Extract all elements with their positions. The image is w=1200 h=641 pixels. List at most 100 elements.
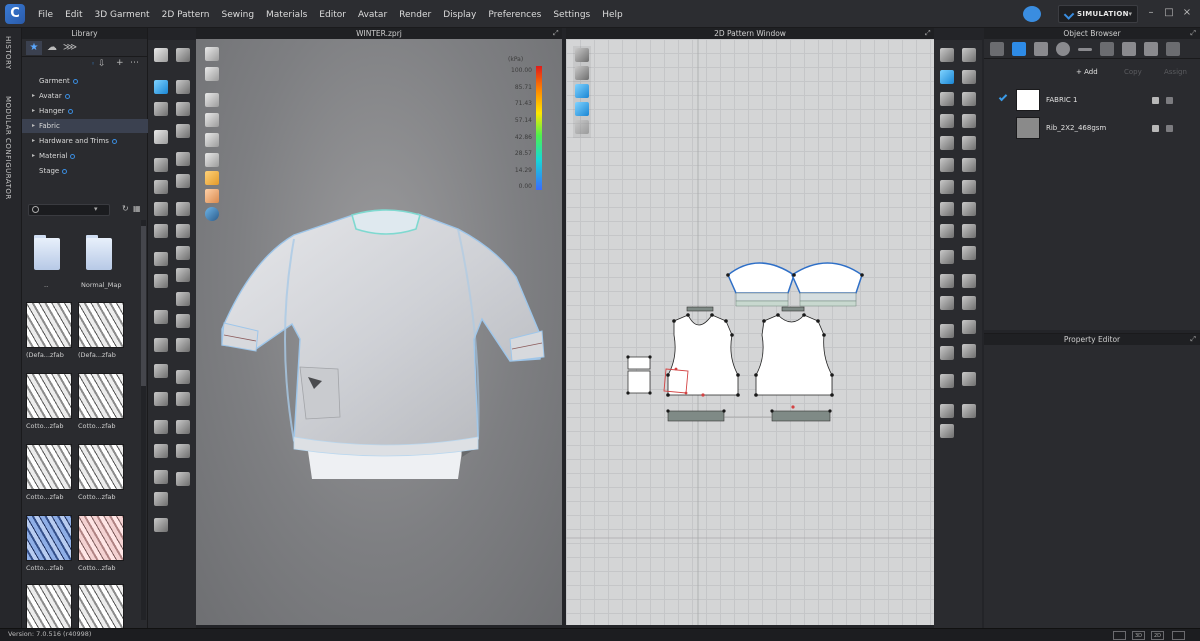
library-fabric-thumbnail[interactable]: Cotto...zfab	[78, 515, 124, 572]
minimize-button[interactable]: –	[1146, 8, 1156, 18]
segment-sewing-icon[interactable]	[940, 180, 954, 194]
puckering-tool-icon[interactable]	[176, 224, 190, 238]
menu-sewing[interactable]: Sewing	[216, 0, 261, 28]
simulation-button[interactable]: SIMULATION ▾	[1058, 5, 1138, 23]
angle-tool-icon[interactable]	[154, 470, 168, 484]
maximize-button[interactable]: □	[1164, 8, 1174, 18]
tack-sewing-icon[interactable]	[962, 202, 976, 216]
arrange-tool-icon[interactable]	[176, 370, 190, 384]
transform-pattern-icon[interactable]	[940, 48, 954, 62]
menu-avatar[interactable]: Avatar	[352, 0, 393, 28]
line-tool-icon[interactable]	[176, 174, 190, 188]
app-logo[interactable]: C	[5, 4, 25, 24]
edit-sewing-icon[interactable]	[940, 224, 954, 238]
seam-allowance-icon[interactable]	[962, 344, 976, 358]
free-sewing-icon[interactable]	[962, 180, 976, 194]
3d-garment[interactable]	[196, 39, 562, 625]
menu-settings[interactable]: Settings	[547, 0, 596, 28]
tree-item-material[interactable]: ▸ Material	[22, 149, 148, 163]
rectangle-icon[interactable]	[962, 92, 976, 106]
edit-pattern-icon[interactable]	[962, 48, 976, 62]
grade-icon[interactable]	[962, 246, 976, 260]
wand-tool-icon[interactable]	[154, 492, 168, 506]
library-fabric-thumbnail[interactable]: Cotto...zfab	[78, 373, 124, 430]
library-fabric-thumbnail[interactable]: (Defa...zfab	[78, 302, 124, 359]
asset-tab-icon[interactable]: ⋙	[62, 41, 78, 55]
view-mode-icon[interactable]: ▦	[133, 204, 141, 213]
avatar-pose-tool-icon[interactable]	[176, 48, 190, 62]
fitting-tool-icon[interactable]	[154, 392, 168, 406]
library-folder-parent[interactable]: ..	[26, 232, 72, 289]
library-fabric-thumbnail[interactable]: (Defa...zfab	[26, 302, 72, 359]
spread-icon[interactable]	[962, 404, 976, 418]
menu-file[interactable]: File	[32, 0, 59, 28]
expand-arrow-icon[interactable]: ▸	[32, 134, 35, 148]
library-scrollbar[interactable]	[141, 220, 146, 620]
history-tab[interactable]: HISTORY	[4, 36, 12, 70]
elastic-tool-icon[interactable]	[176, 292, 190, 306]
texture-tool-icon[interactable]	[176, 246, 190, 260]
trim-tool-icon[interactable]	[154, 274, 168, 288]
simulation-tool-icon[interactable]	[154, 48, 168, 62]
edit-curve-icon[interactable]	[940, 70, 954, 84]
hide-lines-icon[interactable]	[940, 374, 954, 388]
window-maximize-icon[interactable]: ⤢	[553, 28, 559, 39]
graphic-tab-icon[interactable]	[1166, 42, 1180, 56]
library-fabric-thumbnail[interactable]	[78, 584, 124, 628]
button-tab-icon[interactable]	[1056, 42, 1070, 56]
menu-edit[interactable]: Edit	[59, 0, 88, 28]
tree-item-avatar[interactable]: ▸ Avatar	[22, 89, 148, 103]
topstitch-tool-icon[interactable]	[154, 338, 168, 352]
select-move-tool-icon[interactable]	[154, 80, 168, 94]
add-button[interactable]: + Add	[1076, 68, 1098, 76]
edit-tool-icon[interactable]	[154, 180, 168, 194]
graphic-tool-icon[interactable]	[176, 268, 190, 282]
pattern-canvas[interactable]	[566, 39, 934, 625]
2d-pattern-viewport[interactable]	[566, 39, 934, 625]
stitch-tool-icon[interactable]	[154, 202, 168, 216]
align-icon[interactable]	[940, 274, 954, 288]
seam-tool-icon[interactable]	[176, 338, 190, 352]
refresh-icon[interactable]: ↻	[122, 204, 129, 213]
3d-viewport[interactable]: (kPa) 100.00 85.71 71.43 57.14 42.86 28.…	[196, 39, 562, 625]
list-icon[interactable]	[990, 42, 1004, 56]
tree-item-fabric[interactable]: ▸ Fabric	[22, 119, 148, 133]
menu-2d-pattern[interactable]: 2D Pattern	[156, 0, 216, 28]
hanger-tool-icon[interactable]	[154, 518, 168, 532]
modular-configurator-tab[interactable]: MODULAR CONFIGURATOR	[4, 96, 12, 200]
menu-render[interactable]: Render	[393, 0, 437, 28]
shrink-tool-icon[interactable]	[154, 310, 168, 324]
fabric-list-item[interactable]: FABRIC 1	[984, 86, 1200, 112]
internal-polygon-icon[interactable]	[940, 114, 954, 128]
fold-tool-icon[interactable]	[154, 102, 168, 116]
add-point-icon[interactable]	[962, 70, 976, 84]
library-fabric-thumbnail[interactable]: Cotto...zfab	[26, 373, 72, 430]
stretch-icon[interactable]	[940, 404, 954, 418]
text-size-icon[interactable]	[940, 346, 954, 360]
tack-tool-icon[interactable]	[176, 102, 190, 116]
cloud-icon[interactable]	[1023, 6, 1041, 22]
library-fabric-thumbnail[interactable]	[26, 584, 72, 628]
fold-pattern-icon[interactable]	[962, 158, 976, 172]
strengthen-tool-icon[interactable]	[176, 314, 190, 328]
texture-tab-icon[interactable]	[1034, 42, 1048, 56]
favorites-tab-icon[interactable]: ★	[26, 41, 42, 55]
dart-icon[interactable]	[940, 136, 954, 150]
fabric-apply-icon[interactable]	[1166, 125, 1173, 132]
menu-editor[interactable]: Editor	[313, 0, 352, 28]
stitch-tab-icon[interactable]	[1100, 42, 1114, 56]
polygon-icon[interactable]	[940, 92, 954, 106]
colorway-icon[interactable]	[962, 372, 976, 386]
expand-arrow-icon[interactable]: ▸	[32, 89, 35, 103]
fabric-properties-icon[interactable]	[1152, 125, 1159, 132]
pen-tool-icon[interactable]	[154, 252, 168, 266]
slash-spread-icon[interactable]	[940, 158, 954, 172]
trace-icon[interactable]	[962, 136, 976, 150]
tree-item-hardware-and-trims[interactable]: ▸ Hardware and Trims	[22, 134, 148, 148]
library-fabric-thumbnail[interactable]: Cotto...zfab	[26, 444, 72, 501]
internal-rectangle-icon[interactable]	[962, 114, 976, 128]
menu-3d-garment[interactable]: 3D Garment	[89, 0, 156, 28]
search-dropdown-icon[interactable]: ▾	[94, 205, 98, 213]
expand-tool-icon[interactable]	[176, 472, 190, 486]
tree-item-hanger[interactable]: ▸ Hanger	[22, 104, 148, 118]
